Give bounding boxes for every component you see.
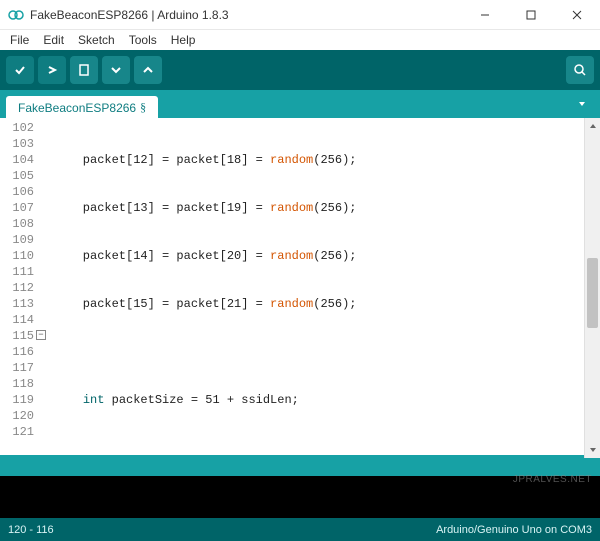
line-number: 121	[0, 424, 34, 440]
line-number: 116	[0, 344, 34, 360]
scroll-down-icon[interactable]	[585, 442, 600, 458]
upload-button[interactable]	[38, 56, 66, 84]
menubar: File Edit Sketch Tools Help	[0, 30, 600, 50]
maximize-button[interactable]	[508, 0, 554, 30]
line-number: 117	[0, 360, 34, 376]
save-button[interactable]	[134, 56, 162, 84]
new-button[interactable]	[70, 56, 98, 84]
output-console[interactable]	[0, 476, 600, 518]
tab-label: FakeBeaconESP8266	[18, 101, 136, 115]
line-number: 105	[0, 168, 34, 184]
serial-monitor-button[interactable]	[566, 56, 594, 84]
line-number: 112	[0, 280, 34, 296]
line-number: 113	[0, 296, 34, 312]
scrollbar-thumb[interactable]	[587, 258, 598, 328]
line-number: 119	[0, 392, 34, 408]
arduino-icon	[8, 7, 24, 23]
close-button[interactable]	[554, 0, 600, 30]
menu-sketch[interactable]: Sketch	[72, 31, 121, 49]
line-number: 111	[0, 264, 34, 280]
line-number: 102	[0, 120, 34, 136]
menu-edit[interactable]: Edit	[37, 31, 70, 49]
line-number: 109	[0, 232, 34, 248]
line-number: 114	[0, 312, 34, 328]
tab-active[interactable]: FakeBeaconESP8266 §	[6, 96, 158, 118]
code-editor[interactable]: 102 103 104 105 106 107 108 109 110 111 …	[0, 118, 600, 458]
code-area[interactable]: packet[12] = packet[18] = random(256); p…	[40, 118, 600, 455]
verify-button[interactable]	[6, 56, 34, 84]
tab-dropdown-icon[interactable]	[574, 96, 590, 112]
open-button[interactable]	[102, 56, 130, 84]
scroll-up-icon[interactable]	[585, 118, 600, 134]
line-number: 103	[0, 136, 34, 152]
line-number: 110	[0, 248, 34, 264]
line-number: 115−	[0, 328, 34, 344]
tabbar: FakeBeaconESP8266 §	[0, 90, 600, 118]
line-gutter: 102 103 104 105 106 107 108 109 110 111 …	[0, 118, 40, 455]
line-number: 108	[0, 216, 34, 232]
watermark: JPRALVES.NET	[513, 474, 592, 485]
vertical-scrollbar[interactable]	[584, 118, 600, 458]
menu-tools[interactable]: Tools	[123, 31, 163, 49]
window-title: FakeBeaconESP8266 | Arduino 1.8.3	[30, 8, 462, 22]
line-number: 104	[0, 152, 34, 168]
toolbar	[0, 50, 600, 90]
tab-dirty-marker: §	[140, 100, 146, 115]
line-number: 118	[0, 376, 34, 392]
window-controls	[462, 0, 600, 30]
line-number: 106	[0, 184, 34, 200]
message-bar	[0, 458, 600, 476]
line-number: 107	[0, 200, 34, 216]
status-selection: 120 - 116	[8, 524, 54, 536]
window-titlebar: FakeBeaconESP8266 | Arduino 1.8.3	[0, 0, 600, 30]
menu-help[interactable]: Help	[165, 31, 202, 49]
line-number: 120	[0, 408, 34, 424]
menu-file[interactable]: File	[4, 31, 35, 49]
statusbar: 120 - 116 Arduino/Genuino Uno on COM3	[0, 518, 600, 541]
minimize-button[interactable]	[462, 0, 508, 30]
status-board-port: Arduino/Genuino Uno on COM3	[436, 524, 592, 536]
